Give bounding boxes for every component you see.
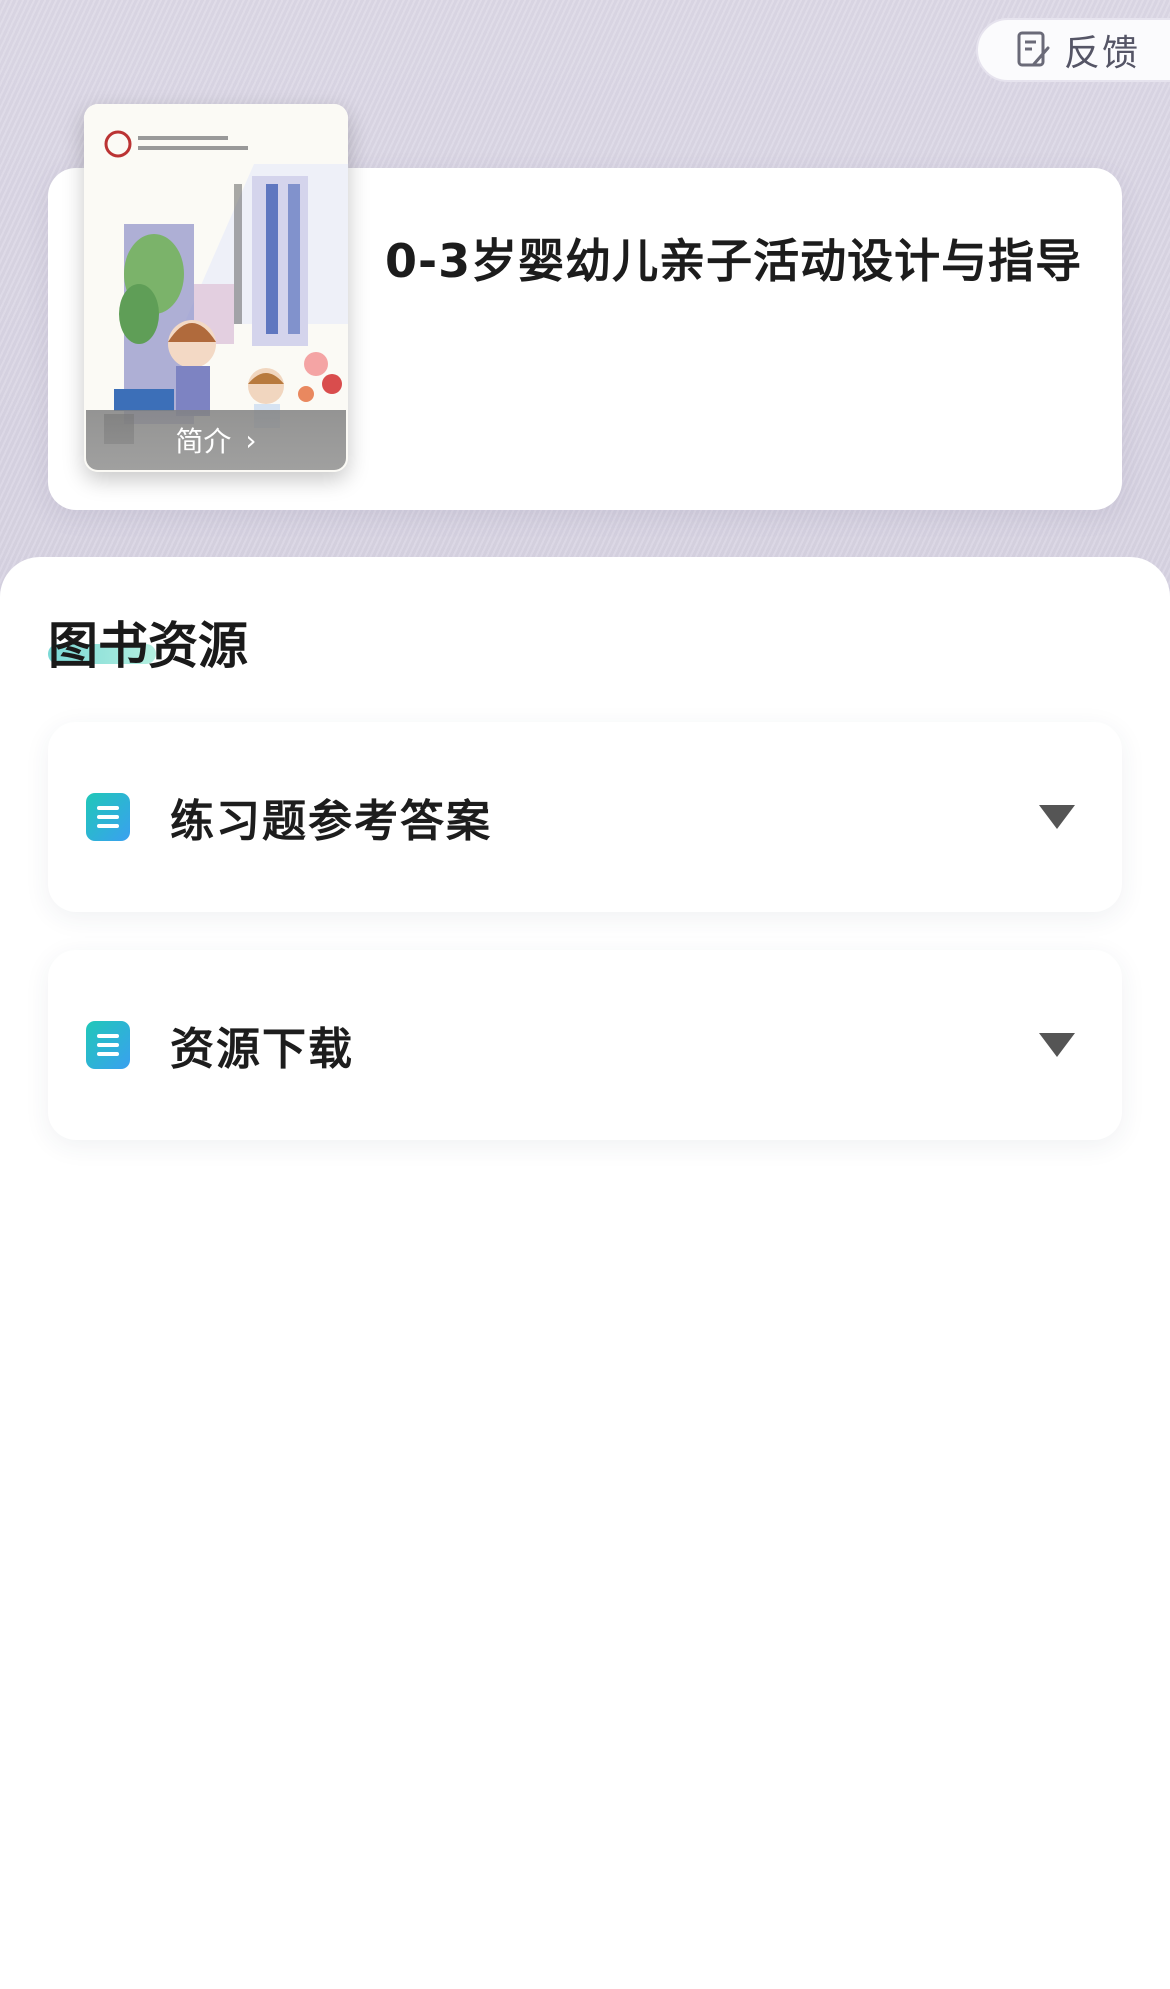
document-icon [86, 793, 130, 841]
caret-down-icon[interactable] [1038, 1031, 1076, 1059]
intro-label: 简介 [175, 425, 232, 458]
resource-item-label: 资源下载 [170, 1024, 354, 1075]
resource-item-answers[interactable]: 练习题参考答案 [48, 722, 1122, 912]
document-icon [86, 1021, 130, 1069]
chevron-right-icon: › [245, 423, 257, 457]
book-title: 0-3岁婴幼儿亲子活动设计与指导 [385, 234, 1083, 288]
intro-button[interactable]: 简介 › [86, 410, 346, 470]
resource-item-label: 练习题参考答案 [170, 796, 492, 847]
resource-item-download[interactable]: 资源下载 [48, 950, 1122, 1140]
feedback-button[interactable]: 反馈 [976, 18, 1170, 82]
caret-down-icon[interactable] [1038, 803, 1076, 831]
feedback-label: 反馈 [1064, 33, 1141, 74]
section-title: 图书资源 [48, 617, 248, 675]
book-cover[interactable]: 简介 › [84, 104, 348, 472]
edit-note-icon [1017, 31, 1050, 67]
